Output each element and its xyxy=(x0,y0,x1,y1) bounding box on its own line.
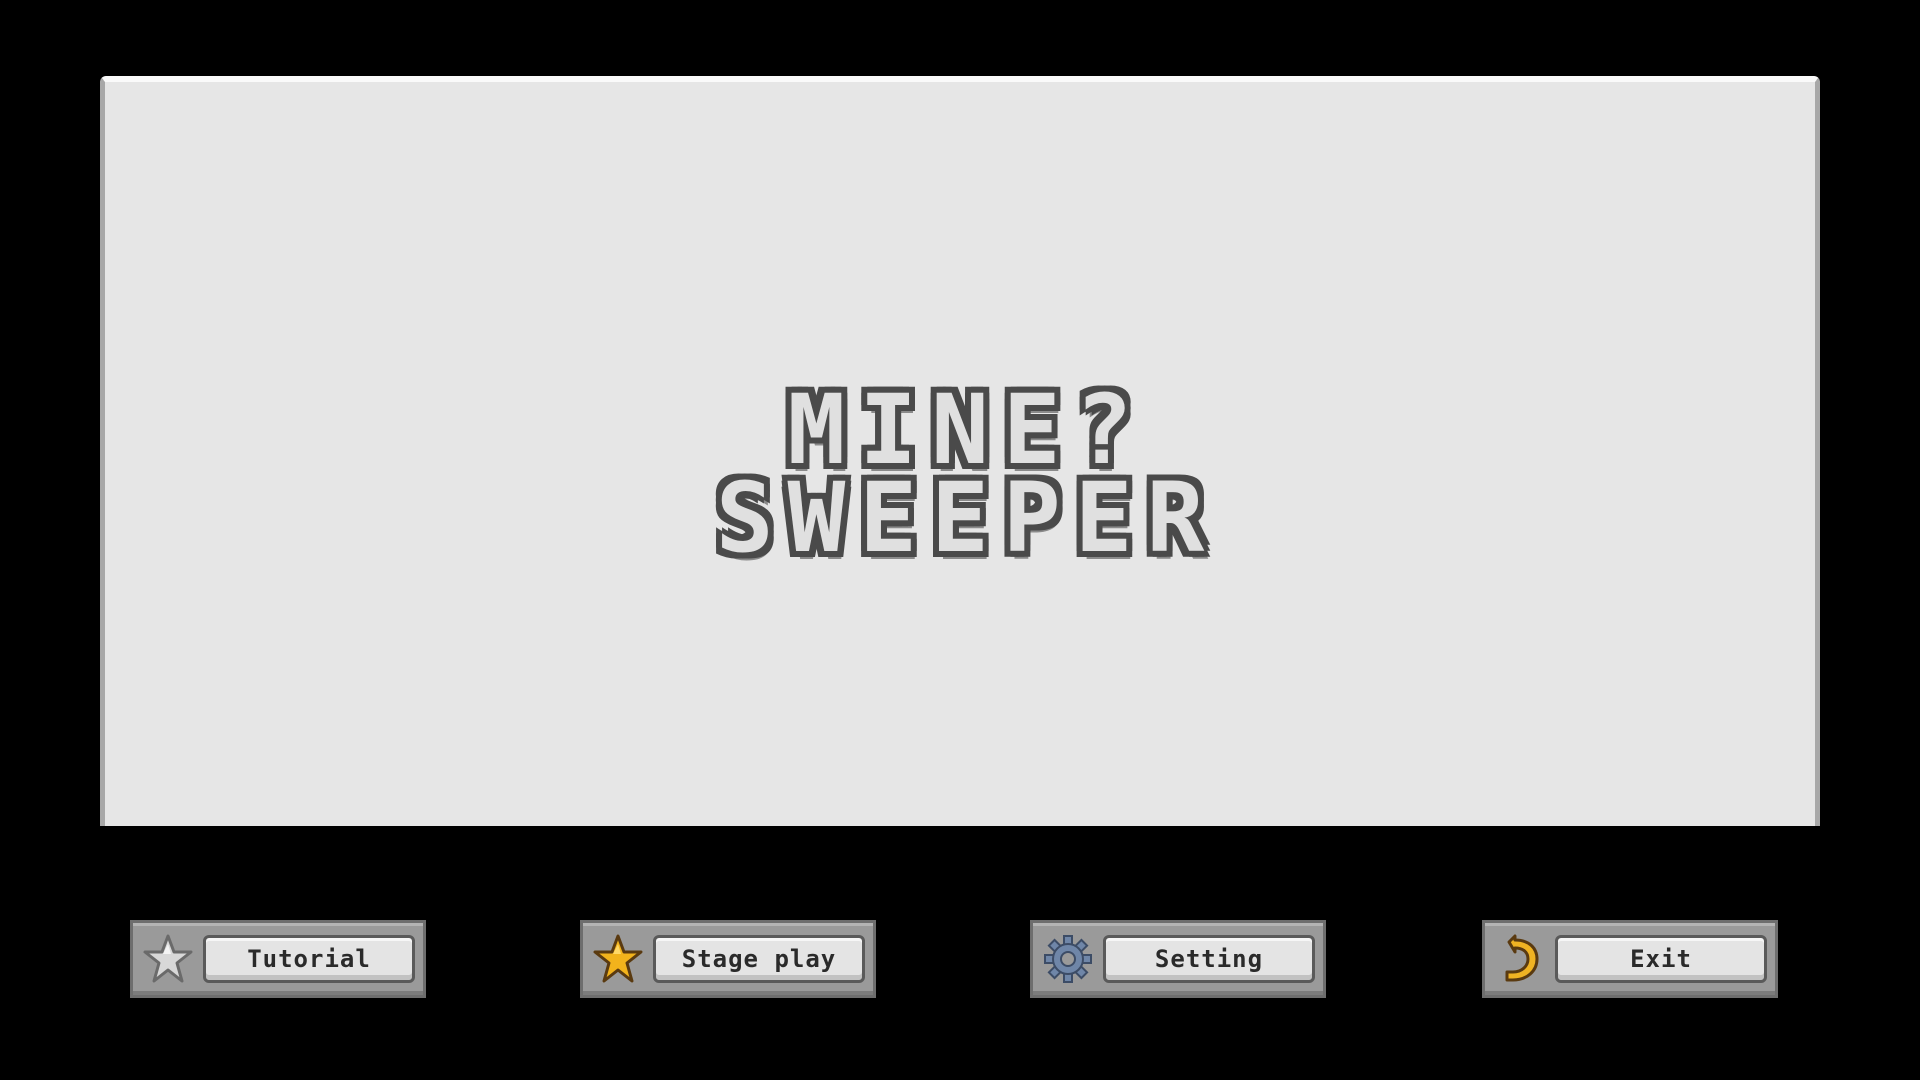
tutorial-label-box: Tutorial xyxy=(203,935,415,983)
return-arrow-icon xyxy=(1491,930,1549,988)
exit-button[interactable]: Exit xyxy=(1482,920,1778,998)
tutorial-button[interactable]: Tutorial xyxy=(130,920,426,998)
stage-play-label-box: Stage play xyxy=(653,935,865,983)
setting-button[interactable]: Setting xyxy=(1030,920,1326,998)
gear-icon xyxy=(1039,930,1097,988)
stage-play-label: Stage play xyxy=(681,945,837,973)
game-logo: MINE? SWEEPER xyxy=(105,382,1815,566)
gold-star-icon xyxy=(589,930,647,988)
stage-play-button[interactable]: Stage play xyxy=(580,920,876,998)
setting-label: Setting xyxy=(1154,945,1264,973)
main-menu: Tutorial Stage play Setting Exit xyxy=(0,920,1920,1000)
title-screen: MINE? SWEEPER Tutorial Stage play Settin… xyxy=(0,0,1920,1080)
exit-label-box: Exit xyxy=(1555,935,1767,983)
title-panel: MINE? SWEEPER xyxy=(100,76,1820,826)
exit-label: Exit xyxy=(1630,945,1692,973)
silver-star-icon xyxy=(139,930,197,988)
tutorial-label: Tutorial xyxy=(247,945,371,973)
title-line-2: SWEEPER xyxy=(715,462,1219,574)
setting-label-box: Setting xyxy=(1103,935,1315,983)
